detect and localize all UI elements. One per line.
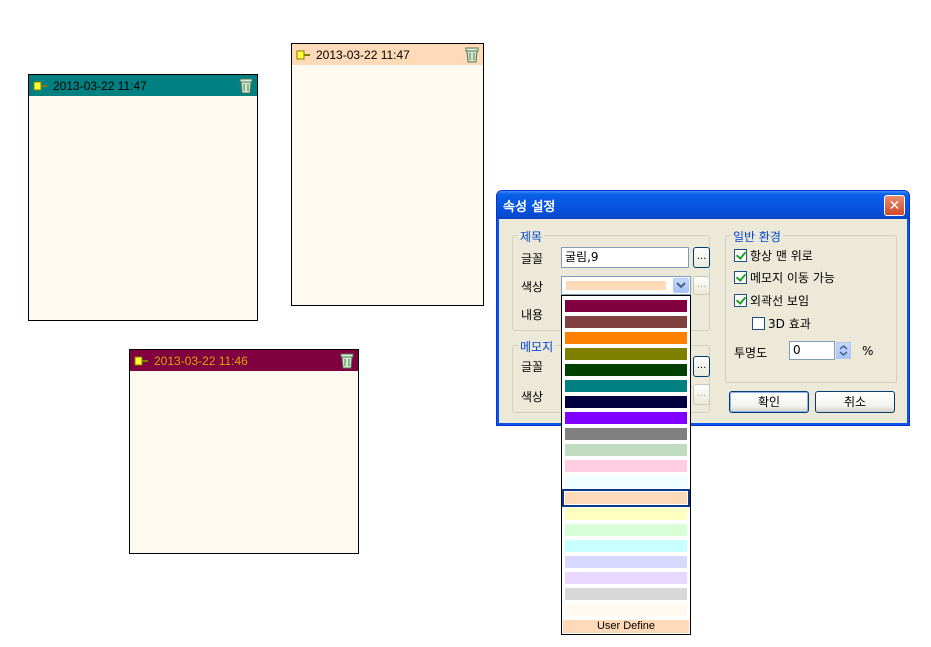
- pin-icon[interactable]: [32, 79, 50, 93]
- ok-button[interactable]: 확인: [729, 391, 809, 413]
- trash-icon[interactable]: [464, 46, 480, 63]
- color-option[interactable]: [565, 588, 687, 600]
- color-option[interactable]: [565, 556, 687, 568]
- cancel-button[interactable]: 취소: [815, 391, 895, 413]
- memo-note-2[interactable]: 2013-03-22 11:47: [291, 43, 484, 306]
- title-font-label: 글꼴: [521, 252, 544, 266]
- percent-label: %: [862, 344, 874, 358]
- color-option[interactable]: [565, 604, 687, 616]
- color-option[interactable]: [565, 476, 687, 488]
- title-group-legend: 제목: [518, 228, 545, 245]
- dialog-titlebar[interactable]: 속성 설정: [497, 191, 909, 219]
- movable-option[interactable]: 메모지 이동 가능: [734, 269, 835, 286]
- user-define-option[interactable]: User Define: [563, 620, 689, 633]
- effect-3d-option[interactable]: 3D 효과: [752, 315, 811, 332]
- pin-icon[interactable]: [133, 354, 151, 368]
- color-option[interactable]: [562, 489, 690, 507]
- show-border-option[interactable]: 외곽선 보임: [734, 292, 809, 309]
- title-color-swatch: [566, 281, 666, 290]
- memo-timestamp: 2013-03-22 11:47: [53, 78, 147, 93]
- color-option[interactable]: [565, 460, 687, 472]
- general-group: 일반 환경 항상 맨 위로 메모지 이동 가능 외곽선 보임 3D 효과 투명도…: [725, 228, 897, 383]
- memo-timestamp: 2013-03-22 11:47: [316, 47, 410, 62]
- memo-header-2[interactable]: 2013-03-22 11:47: [292, 44, 483, 65]
- color-option[interactable]: [565, 396, 687, 408]
- transparency-spinner[interactable]: [836, 342, 851, 359]
- transparency-label: 투명도: [734, 346, 768, 360]
- color-option[interactable]: [565, 412, 687, 424]
- effect-3d-checkbox[interactable]: [752, 317, 765, 330]
- memo-group-legend: 메모지: [518, 338, 556, 355]
- dialog-title: 속성 설정: [503, 199, 556, 215]
- movable-checkbox[interactable]: [734, 271, 747, 284]
- color-option[interactable]: [565, 508, 687, 520]
- color-option[interactable]: [565, 524, 687, 536]
- color-option[interactable]: [565, 316, 687, 328]
- always-on-top-option[interactable]: 항상 맨 위로: [734, 247, 813, 264]
- properties-dialog: 속성 설정 ✕ 제목 글꼴 굴림,9 ... 색상 ... 내용 메모지 글꼴 …: [496, 190, 910, 426]
- pin-icon[interactable]: [295, 48, 313, 62]
- title-font-field[interactable]: 굴림,9: [561, 247, 689, 268]
- chevron-down-icon[interactable]: [673, 278, 689, 293]
- color-option[interactable]: [565, 380, 687, 392]
- title-content-label: 내용: [521, 308, 544, 322]
- color-option[interactable]: [565, 428, 687, 440]
- show-border-checkbox[interactable]: [734, 294, 747, 307]
- memo-note-1[interactable]: 2013-03-22 11:47: [28, 74, 258, 321]
- transparency-input[interactable]: 0: [789, 341, 835, 360]
- color-option[interactable]: [565, 300, 687, 312]
- title-color-label: 색상: [521, 280, 544, 294]
- always-on-top-label: 항상 맨 위로: [750, 249, 813, 263]
- color-dropdown-list[interactable]: User Define: [561, 295, 691, 635]
- trash-icon[interactable]: [238, 77, 254, 94]
- show-border-label: 외곽선 보임: [750, 294, 810, 308]
- color-option[interactable]: [565, 332, 687, 344]
- memo-timestamp: 2013-03-22 11:46: [154, 353, 248, 368]
- general-group-legend: 일반 환경: [731, 228, 783, 245]
- memo-header-1[interactable]: 2013-03-22 11:47: [29, 75, 257, 96]
- memo-note-3[interactable]: 2013-03-22 11:46: [129, 349, 359, 554]
- effect-3d-label: 3D 효과: [768, 317, 811, 331]
- color-option[interactable]: [565, 540, 687, 552]
- always-on-top-checkbox[interactable]: [734, 249, 747, 262]
- color-option[interactable]: [565, 444, 687, 456]
- trash-icon[interactable]: [339, 352, 355, 369]
- color-option[interactable]: [565, 348, 687, 360]
- color-option[interactable]: [565, 364, 687, 376]
- memo-font-label: 글꼴: [521, 360, 544, 374]
- memo-header-3[interactable]: 2013-03-22 11:46: [130, 350, 358, 371]
- title-font-browse-button[interactable]: ...: [693, 247, 710, 268]
- close-icon: ✕: [888, 197, 901, 214]
- close-button[interactable]: ✕: [884, 195, 905, 216]
- memo-color-browse-button[interactable]: ...: [693, 384, 710, 405]
- memo-font-browse-button[interactable]: ...: [693, 356, 710, 377]
- title-color-browse-button[interactable]: ...: [693, 276, 710, 295]
- movable-label: 메모지 이동 가능: [750, 271, 835, 285]
- color-option[interactable]: [565, 572, 687, 584]
- title-color-combo[interactable]: [561, 276, 691, 295]
- memo-color-label: 색상: [521, 390, 544, 404]
